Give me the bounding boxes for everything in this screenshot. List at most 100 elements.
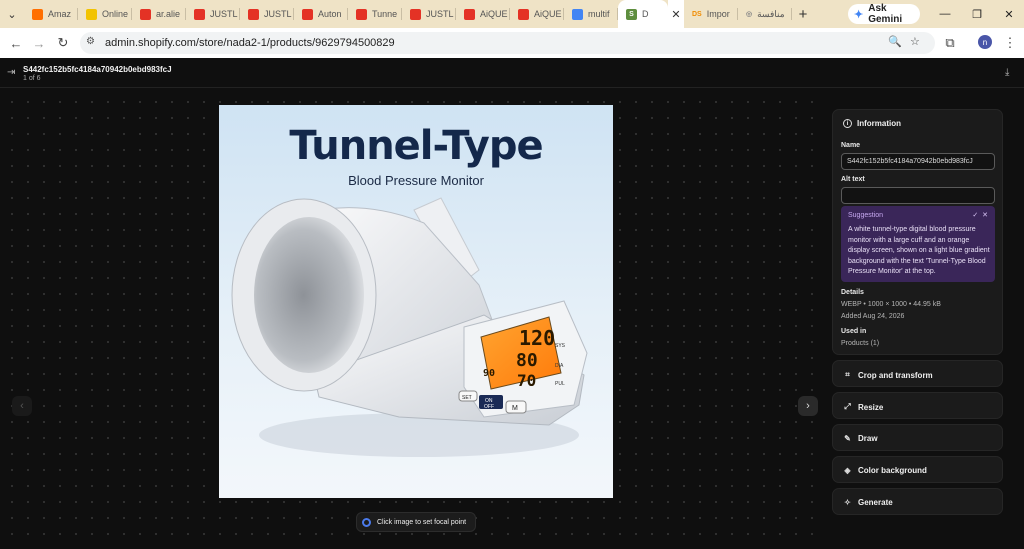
draw-button[interactable]: ✎ Draw — [832, 424, 1003, 451]
suggestion-text: A white tunnel-type digital blood pressu… — [848, 226, 990, 276]
zoom-icon[interactable]: 🔍 — [888, 35, 902, 48]
file-title: S442fc152b5fc4184a70942b0ebd983fcJ — [23, 65, 172, 74]
tab-list: Amaz Online ar.alie JUSTL JUSTL Auton Tunne JUS… — [24, 0, 618, 28]
new-tab-plus-icon[interactable]: + — [792, 0, 814, 28]
tab-list-extra: DS Impor ◎ منافسة — [684, 0, 792, 28]
resize-button[interactable]: ⤢ Resize — [832, 392, 1003, 419]
google-icon — [572, 8, 583, 20]
tab-label: Amaz — [48, 9, 72, 19]
product-image[interactable]: Tunnel-Type Blood Pressure Monitor 120 8… — [219, 105, 613, 498]
name-field[interactable]: S442fc152b5fc4184a70942b0ebd983fcJ — [841, 153, 995, 170]
crop-and-transform-button[interactable]: ⌗ Crop and transform — [832, 360, 1003, 387]
alt-text-suggestion: Suggestion ✓ ✕ A white tunnel-type digit… — [841, 206, 995, 282]
alt-text-label: Alt text — [841, 176, 865, 183]
tab-label: Auton — [318, 9, 342, 19]
ask-gemini-label: Ask Gemini — [868, 3, 903, 25]
suggestion-title: Suggestion — [848, 212, 884, 219]
aliexpress-icon — [140, 8, 151, 20]
aliexpress-icon — [248, 8, 259, 20]
used-in-link[interactable]: Products (1) — [841, 340, 879, 347]
memory-button-label: M — [512, 405, 518, 412]
draw-icon: ✎ — [844, 434, 851, 443]
added-date: Added Aug 24, 2026 — [841, 313, 905, 320]
tab-label: منافسة — [757, 8, 785, 19]
exit-viewer-icon[interactable]: ⇥ — [7, 67, 15, 78]
tab-label: multif — [588, 9, 610, 19]
off-button-label: OFF — [484, 404, 494, 410]
gemini-sparkle-icon: ✦ — [854, 8, 864, 21]
focal-point-icon — [362, 517, 371, 527]
ask-gemini-button[interactable]: ✦ Ask Gemini — [848, 3, 920, 25]
browser-tab[interactable]: JUSTL — [240, 0, 294, 28]
aliexpress-icon — [464, 8, 475, 20]
aliexpress-icon — [302, 8, 313, 20]
accept-check-icon[interactable]: ✓ — [972, 212, 978, 219]
information-heading: i Information — [843, 119, 901, 128]
forward-arrow-icon[interactable]: → — [29, 33, 49, 53]
tab-search-chevron-icon[interactable]: ⌄ — [0, 0, 24, 28]
browser-tab[interactable]: Tunne — [348, 0, 402, 28]
color-background-icon: ◈ — [844, 466, 851, 475]
media-viewer-header: ⇥ S442fc152b5fc4184a70942b0ebd983fcJ 1 o… — [0, 58, 1024, 88]
browser-tab[interactable]: ar.alie — [132, 0, 186, 28]
browser-tab[interactable]: JUSTL — [186, 0, 240, 28]
browser-tab[interactable]: Auton — [294, 0, 348, 28]
display-dia-value: 80 — [516, 350, 538, 371]
dismiss-close-icon[interactable]: ✕ — [982, 212, 988, 219]
color-background-button[interactable]: ◈ Color background — [832, 456, 1003, 483]
browser-tab[interactable]: Amaz — [24, 0, 78, 28]
tab-label: AiQUE — [480, 9, 508, 19]
minimize-icon[interactable]: — — [929, 0, 961, 28]
focal-hint-text: Click image to set focal point — [377, 518, 467, 526]
browser-tab-strip: ⌄ Amaz Online ar.alie JUSTL JUSTL Auton Tunne J… — [0, 0, 1024, 28]
back-arrow-icon[interactable]: ← — [6, 33, 26, 53]
details-value: WEBP • 1000 × 1000 • 44.95 kB — [841, 301, 941, 308]
browser-tab[interactable]: multif — [564, 0, 618, 28]
url-text: admin.shopify.com/store/nada2-1/products… — [105, 37, 395, 49]
close-window-icon[interactable]: ✕ — [993, 0, 1024, 28]
extensions-puzzle-icon[interactable]: ⧉ — [940, 33, 960, 53]
browser-tab[interactable]: AiQUE — [456, 0, 510, 28]
previous-image-chevron-icon[interactable]: ‹ — [12, 396, 32, 416]
restore-icon[interactable]: ❐ — [961, 0, 993, 28]
aliexpress-icon — [356, 8, 367, 20]
browser-tab[interactable]: JUSTL — [402, 0, 456, 28]
close-tab-icon[interactable]: ✕ — [668, 0, 684, 28]
profile-avatar[interactable]: n — [978, 35, 992, 49]
tab-label: JUSTL — [426, 9, 454, 19]
resize-icon: ⤢ — [844, 402, 851, 411]
bookmark-star-icon[interactable]: ☆ — [910, 35, 920, 48]
alt-text-field[interactable] — [841, 187, 995, 204]
smiley-icon — [86, 8, 97, 20]
browser-toolbar: ← → ↻ ⚙ admin.shopify.com/store/nada2-1/… — [0, 28, 1024, 58]
monitor-illustration: 120 80 70 90 SYS DIA PUL SET ON OFF M — [231, 197, 588, 457]
tab-label: ar.alie — [156, 9, 181, 19]
action-label: Resize — [858, 402, 884, 412]
shopify-icon: S — [626, 8, 637, 20]
display-sys-value: 120 — [519, 326, 555, 350]
ds-icon: DS — [692, 10, 702, 18]
browser-menu-icon[interactable]: ⋮ — [1000, 33, 1020, 53]
globe-icon: ◎ — [746, 11, 753, 18]
generate-button[interactable]: ✧ Generate — [832, 488, 1003, 515]
browser-tab[interactable]: Online — [78, 0, 132, 28]
download-icon[interactable]: ⤓ — [1005, 67, 1009, 78]
suggestion-actions: ✓ ✕ — [972, 211, 988, 219]
address-bar[interactable]: ⚙ admin.shopify.com/store/nada2-1/produc… — [80, 32, 935, 54]
details-label: Details — [841, 289, 864, 296]
tab-label: JUSTL — [210, 9, 238, 19]
browser-tab[interactable]: DS Impor — [684, 0, 738, 28]
browser-tab[interactable]: AiQUE — [510, 0, 564, 28]
information-card: i Information Name S442fc152b5fc4184a709… — [832, 109, 1003, 355]
browser-tab[interactable]: ◎ منافسة — [738, 0, 792, 28]
details-panel: i Information Name S442fc152b5fc4184a709… — [822, 88, 1024, 549]
focal-point-hint[interactable]: Click image to set focal point — [356, 512, 476, 532]
action-label: Crop and transform — [858, 370, 933, 380]
tab-active[interactable]: S D — [618, 0, 668, 28]
next-image-chevron-icon[interactable]: › — [798, 396, 818, 416]
display-pul-label: PUL — [555, 381, 565, 387]
site-info-icon[interactable]: ⚙ — [86, 36, 95, 47]
reload-icon[interactable]: ↻ — [53, 33, 73, 53]
aliexpress-icon — [518, 8, 529, 20]
display-time-value: 90 — [483, 368, 495, 379]
